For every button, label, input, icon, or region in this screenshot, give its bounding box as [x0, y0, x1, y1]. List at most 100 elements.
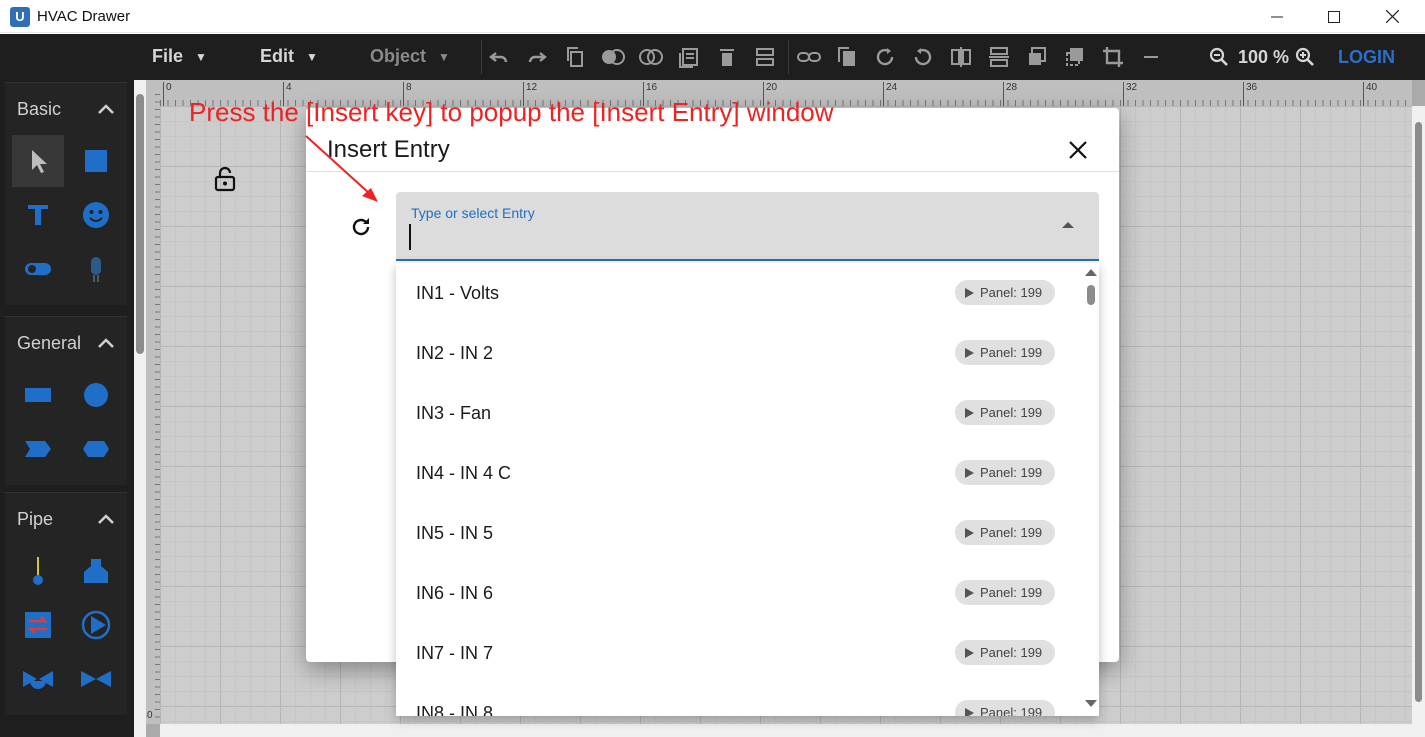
pointer-tool[interactable]: [12, 135, 64, 187]
list-item[interactable]: IN6 - IN 6 Panel: 199: [396, 563, 1084, 623]
group-icon: [602, 49, 625, 65]
toolbar: File ▼ Edit ▼ Object ▼ 100 % LOGIN: [0, 34, 1425, 80]
list-item[interactable]: IN1 - Volts Panel: 199: [396, 263, 1084, 323]
bring-front-button[interactable]: [1024, 44, 1050, 70]
list-item[interactable]: IN4 - IN 4 C Panel: 199: [396, 443, 1084, 503]
dropdown-arrow-icon[interactable]: [1062, 222, 1074, 228]
copy-button[interactable]: [562, 44, 588, 70]
sidebar-scrollbar[interactable]: [134, 80, 146, 737]
tank-tool[interactable]: [70, 545, 122, 597]
square-tool[interactable]: [70, 135, 122, 187]
canvas-vertical-scroll-thumb[interactable]: [1415, 122, 1422, 702]
entry-label: IN5 - IN 5: [416, 523, 494, 543]
duplicate-button[interactable]: [834, 44, 860, 70]
entry-label: IN2 - IN 2: [416, 343, 494, 363]
align-button[interactable]: [752, 44, 778, 70]
minimize-icon: [1271, 16, 1283, 17]
rectangle-tool[interactable]: [12, 369, 64, 421]
dialog-close-button[interactable]: [1064, 136, 1092, 164]
scroll-down-icon[interactable]: [1085, 700, 1097, 707]
entry-dropdown-list: IN1 - Volts Panel: 199 IN2 - IN 2 Panel:…: [396, 263, 1099, 716]
section-general: General: [5, 316, 127, 485]
flip-horizontal-button[interactable]: [948, 44, 974, 70]
sensor-tool[interactable]: [70, 243, 122, 295]
list-item[interactable]: IN3 - Fan Panel: 199: [396, 383, 1084, 443]
pump-tool[interactable]: [70, 599, 122, 651]
panel-chip-text: Panel: 199: [980, 465, 1043, 480]
label-icon: [965, 347, 974, 358]
ruler-tick: 40: [1362, 82, 1378, 106]
canvas-vertical-scrollbar[interactable]: [1412, 106, 1425, 737]
panel-chip: Panel: 199: [955, 520, 1055, 545]
list-item[interactable]: IN5 - IN 5 Panel: 199: [396, 503, 1084, 563]
minus-button[interactable]: [1138, 44, 1164, 70]
section-general-header[interactable]: General: [5, 317, 127, 369]
object-menu[interactable]: Object ▼: [370, 46, 450, 67]
heat-exchanger-tool[interactable]: [12, 599, 64, 651]
minimize-button[interactable]: [1248, 0, 1306, 33]
group-button[interactable]: [600, 44, 626, 70]
ruler-tick: 32: [1122, 82, 1138, 106]
text-tool[interactable]: [12, 189, 64, 241]
entry-search-input[interactable]: [409, 224, 1049, 250]
panel-chip-text: Panel: 199: [980, 645, 1043, 660]
scroll-up-icon[interactable]: [1085, 269, 1097, 276]
redo-button[interactable]: [524, 44, 550, 70]
step-tool[interactable]: [12, 423, 64, 475]
delete-icon: [720, 49, 734, 66]
entry-select-field[interactable]: Type or select Entry: [396, 192, 1099, 261]
panel-chip: Panel: 199: [955, 340, 1055, 365]
lock-icon: [214, 166, 236, 192]
ruler-tick: 16: [642, 82, 658, 106]
delete-button[interactable]: [714, 44, 740, 70]
ungroup-button[interactable]: [638, 44, 664, 70]
label-icon: [965, 407, 974, 418]
rotate-cw-button[interactable]: [872, 44, 898, 70]
list-item[interactable]: IN8 - IN 8 Panel: 199: [396, 683, 1084, 716]
send-back-button[interactable]: [1062, 44, 1088, 70]
list-item[interactable]: IN7 - IN 7 Panel: 199: [396, 623, 1084, 683]
file-menu-label: File: [152, 46, 184, 66]
dropdown-scroll-thumb[interactable]: [1087, 285, 1095, 305]
dropdown-scrollbar[interactable]: [1084, 263, 1099, 716]
sidebar-scroll-thumb[interactable]: [136, 94, 144, 354]
canvas-horizontal-scrollbar[interactable]: [160, 724, 1412, 737]
zoom-out-button[interactable]: [1206, 44, 1232, 70]
undo-button[interactable]: [486, 44, 512, 70]
step-icon: [25, 441, 51, 457]
maximize-button[interactable]: [1305, 0, 1363, 33]
refresh-button[interactable]: [346, 212, 376, 242]
link-button[interactable]: [796, 44, 822, 70]
close-window-button[interactable]: [1363, 0, 1421, 33]
paste-button[interactable]: [676, 44, 702, 70]
valve-actuated-icon: [23, 671, 53, 689]
zoom-in-button[interactable]: [1292, 44, 1318, 70]
lock-button[interactable]: [214, 166, 236, 197]
list-item[interactable]: IN2 - IN 2 Panel: 199: [396, 323, 1084, 383]
smiley-tool[interactable]: [70, 189, 122, 241]
dialog-divider: [306, 171, 1119, 172]
section-pipe-header[interactable]: Pipe: [5, 493, 127, 545]
ruler-tick: 0: [163, 82, 172, 106]
circle-tool[interactable]: [70, 369, 122, 421]
file-menu[interactable]: File ▼: [152, 46, 207, 67]
toggle-tool[interactable]: [12, 243, 64, 295]
edit-menu[interactable]: Edit ▼: [260, 46, 318, 67]
rotate-cw-icon: [876, 48, 894, 66]
text-icon: [28, 205, 48, 225]
crop-button[interactable]: [1100, 44, 1126, 70]
section-basic-header[interactable]: Basic: [5, 83, 127, 135]
app-icon: U: [10, 7, 30, 27]
chevron-up-icon: [98, 338, 114, 348]
zoom-in-icon: [1295, 47, 1314, 66]
valve-tool[interactable]: [70, 653, 122, 705]
section-pipe-title: Pipe: [17, 508, 54, 529]
valve-actuated-tool[interactable]: [12, 653, 64, 705]
panel-chip-text: Panel: 199: [980, 705, 1043, 716]
rotate-ccw-button[interactable]: [910, 44, 936, 70]
valve-icon: [81, 671, 111, 687]
hexagon-tool[interactable]: [70, 423, 122, 475]
thermometer-tool[interactable]: [12, 545, 64, 597]
login-button[interactable]: LOGIN: [1338, 47, 1395, 68]
flip-vertical-button[interactable]: [986, 44, 1012, 70]
